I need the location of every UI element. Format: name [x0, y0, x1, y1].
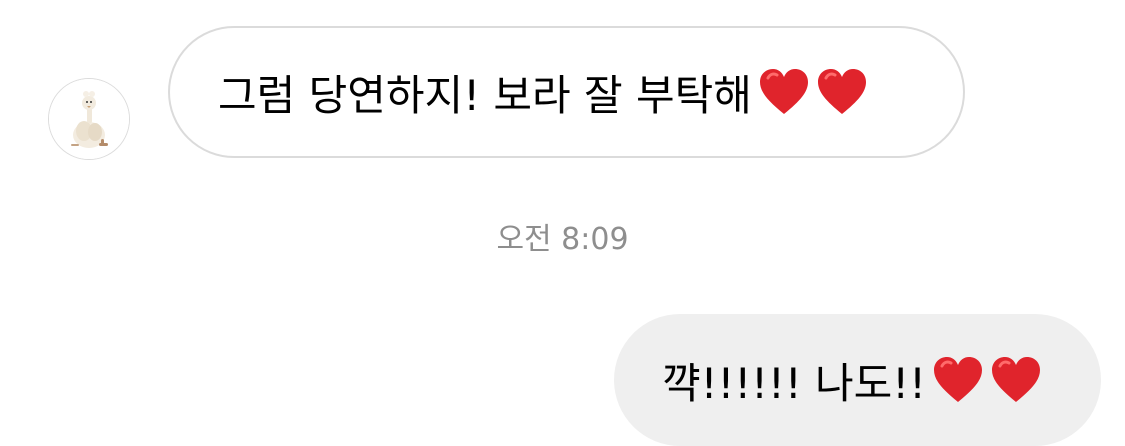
red-heart-icon	[990, 356, 1042, 404]
red-heart-icon	[932, 356, 984, 404]
outgoing-message-text: 꺅!!!!!! 나도!!	[662, 358, 926, 408]
sender-avatar[interactable]	[48, 78, 130, 160]
outgoing-message-bubble[interactable]: 꺅!!!!!! 나도!!	[614, 314, 1101, 446]
red-heart-icon	[758, 68, 810, 116]
plush-bird-icon	[49, 79, 129, 159]
red-heart-icon	[816, 68, 868, 116]
message-timestamp: 오전 8:09	[496, 222, 629, 257]
incoming-message-bubble[interactable]: 그럼 당연하지! 보라 잘 부탁해	[168, 26, 965, 158]
incoming-message-text: 그럼 당연하지! 보라 잘 부탁해	[218, 70, 752, 120]
